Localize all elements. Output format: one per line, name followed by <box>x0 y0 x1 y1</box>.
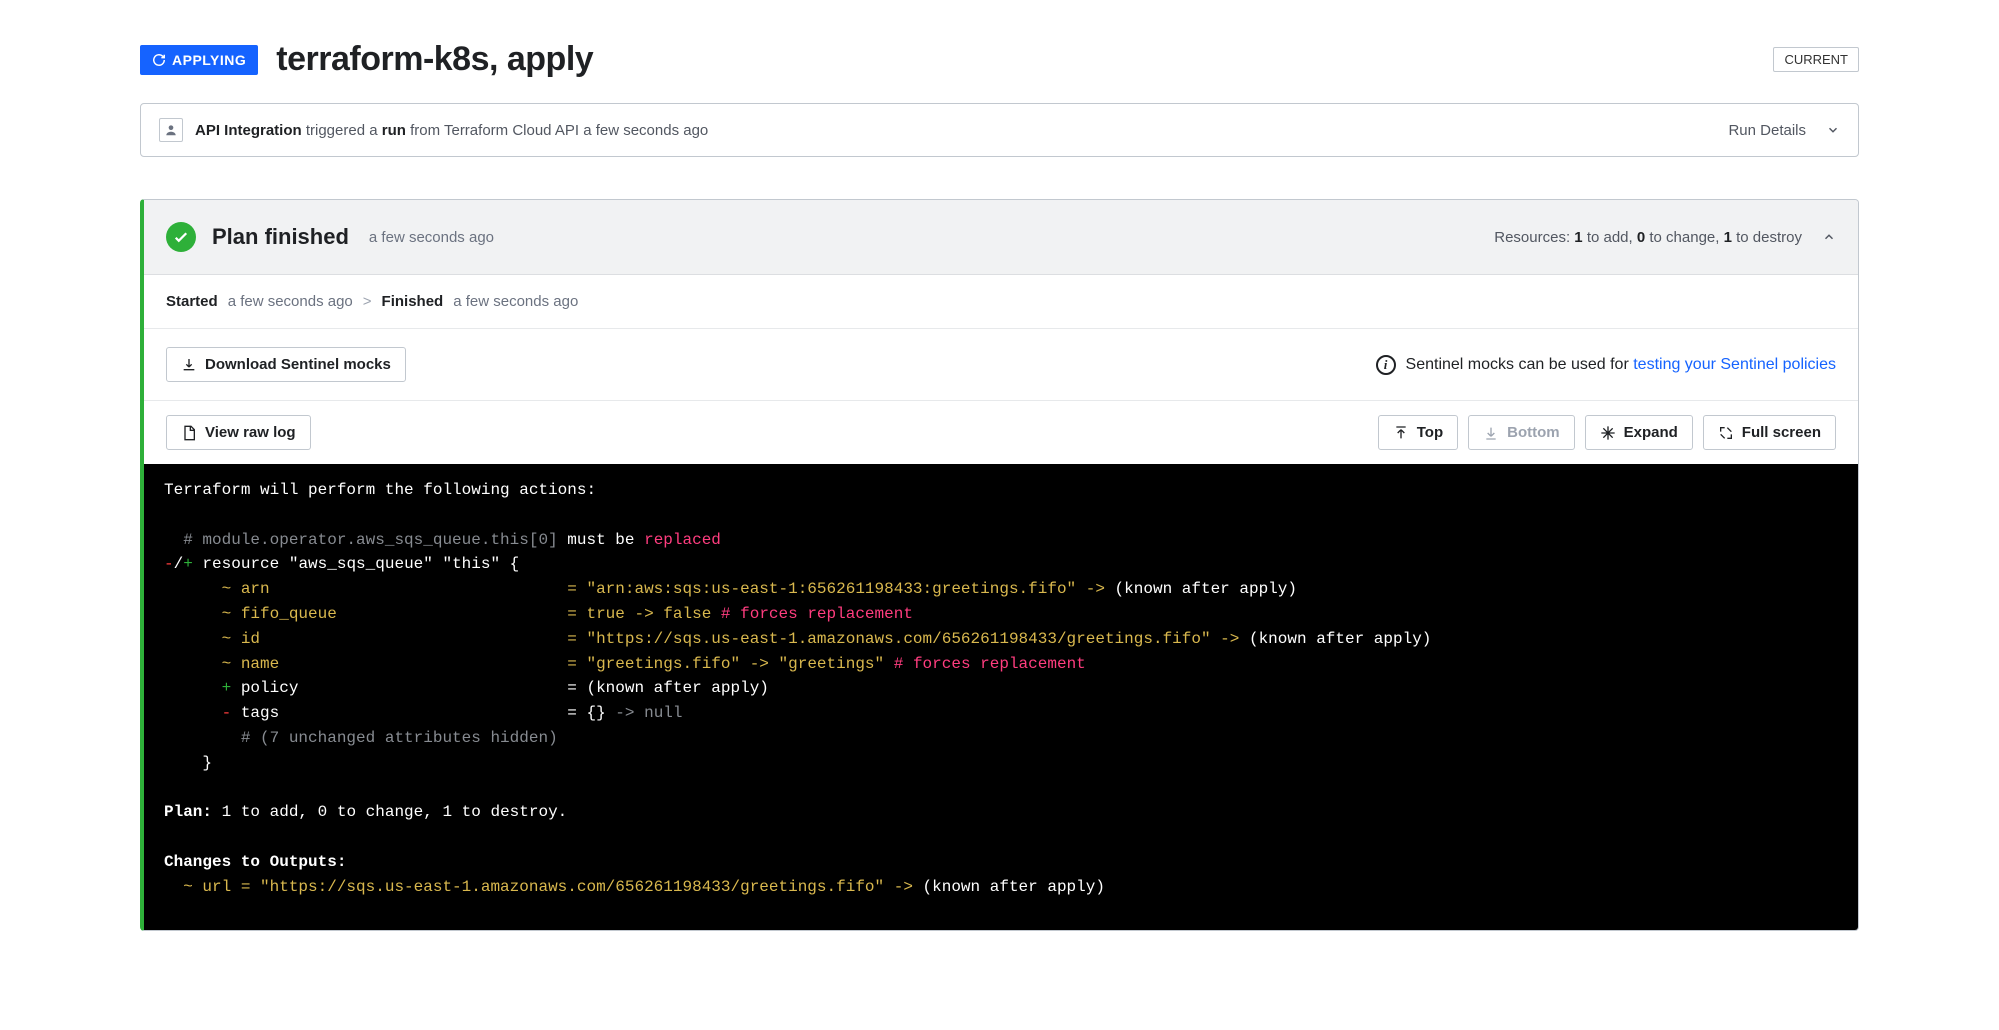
fullscreen-icon <box>1718 425 1734 441</box>
timing-row: Started a few seconds ago > Finished a f… <box>144 275 1858 329</box>
expand-button[interactable]: Expand <box>1585 415 1693 450</box>
plan-summary: Resources: 1 to add, 0 to change, 1 to d… <box>1494 229 1836 246</box>
current-badge: CURRENT <box>1773 47 1859 72</box>
applying-label: APPLYING <box>172 52 246 68</box>
run-details-toggle[interactable]: Run Details <box>1728 122 1840 139</box>
avatar <box>159 118 183 142</box>
mocks-note: i Sentinel mocks can be used for testing… <box>1376 355 1836 375</box>
arrow-up-icon <box>1393 425 1409 441</box>
sentinel-policies-link[interactable]: testing your Sentinel policies <box>1633 356 1836 373</box>
applying-badge: APPLYING <box>140 45 258 75</box>
page-title: terraform-k8s, apply <box>276 40 593 79</box>
chevron-down-icon <box>1826 123 1840 137</box>
terminal-output[interactable]: Terraform will perform the following act… <box>144 464 1858 930</box>
plan-card: Plan finished a few seconds ago Resource… <box>140 199 1859 931</box>
user-icon <box>164 123 178 137</box>
download-mocks-button[interactable]: Download Sentinel mocks <box>166 347 406 382</box>
plan-title: Plan finished <box>212 224 349 250</box>
check-icon <box>172 228 190 246</box>
plan-subtitle: a few seconds ago <box>369 229 494 246</box>
expand-icon <box>1600 425 1616 441</box>
file-icon <box>181 425 197 441</box>
sync-icon <box>152 53 166 67</box>
status-icon <box>166 222 196 252</box>
log-toolbar: View raw log Top Bottom Expand Full scre… <box>144 401 1858 464</box>
run-info-bar: API Integration triggered a run from Ter… <box>140 103 1859 157</box>
bottom-button[interactable]: Bottom <box>1468 415 1575 450</box>
arrow-down-icon <box>1483 425 1499 441</box>
info-icon: i <box>1376 355 1396 375</box>
chevron-up-icon <box>1822 230 1836 244</box>
page-header: APPLYING terraform-k8s, apply CURRENT <box>140 40 1859 79</box>
run-details-label: Run Details <box>1728 122 1806 139</box>
run-info-text: API Integration triggered a run from Ter… <box>195 122 708 139</box>
fullscreen-button[interactable]: Full screen <box>1703 415 1836 450</box>
sentinel-mocks-row: Download Sentinel mocks i Sentinel mocks… <box>144 329 1858 401</box>
plan-header[interactable]: Plan finished a few seconds ago Resource… <box>144 200 1858 275</box>
top-button[interactable]: Top <box>1378 415 1458 450</box>
view-raw-log-button[interactable]: View raw log <box>166 415 311 450</box>
download-icon <box>181 357 197 373</box>
